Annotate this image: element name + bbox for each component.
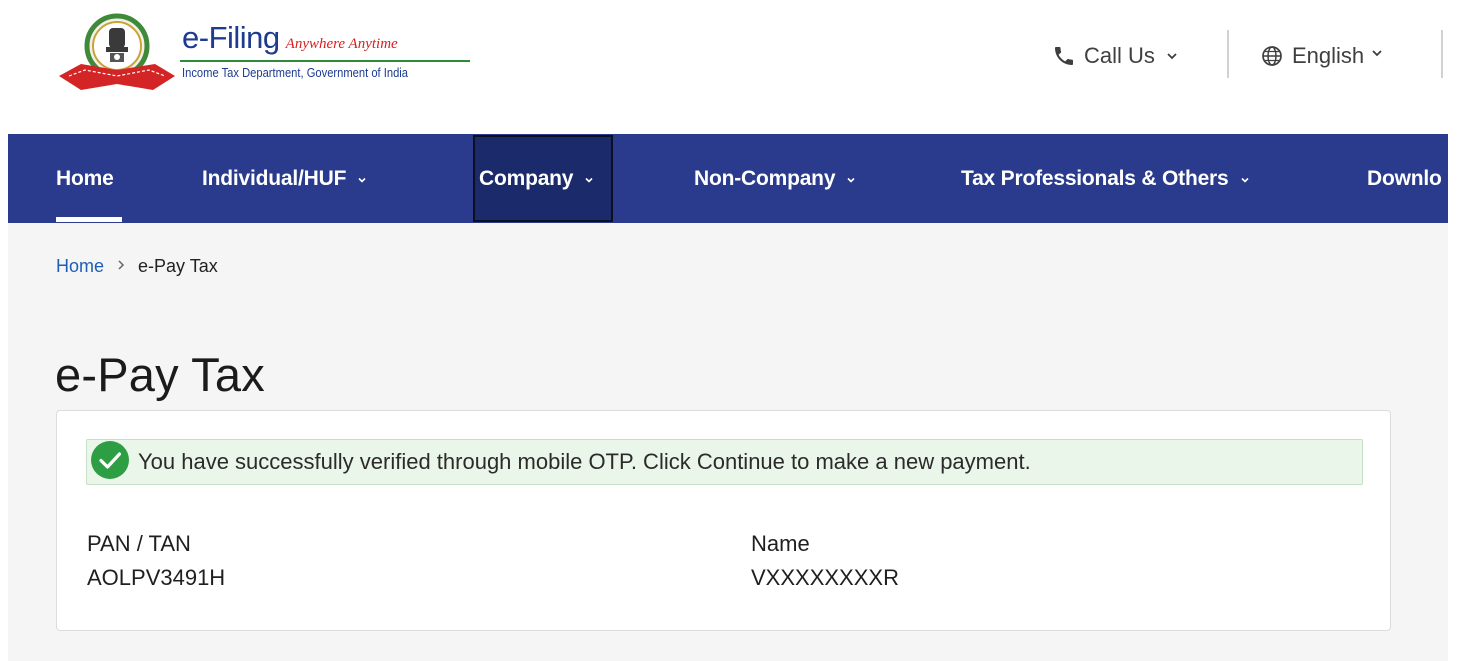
- chevron-right-icon: [116, 258, 126, 276]
- brand-divider: [180, 60, 470, 62]
- header-divider: [1227, 30, 1229, 78]
- name-value: VXXXXXXXXR: [751, 565, 899, 590]
- nav-item-tax-professionals[interactable]: Tax Professionals & Others: [961, 134, 1251, 223]
- page: e-Filing Anywhere Anytime Income Tax Depa…: [0, 0, 1461, 661]
- nav-item-individual-huf[interactable]: Individual/HUF: [202, 134, 368, 223]
- page-title: e-Pay Tax: [55, 348, 265, 401]
- nav-item-home[interactable]: Home: [56, 134, 114, 223]
- call-us-button[interactable]: Call Us: [1052, 38, 1179, 74]
- nav-item-label: Tax Professionals & Others: [961, 166, 1229, 190]
- brand-title[interactable]: e-Filing Anywhere Anytime: [182, 20, 398, 60]
- nav-item-label: Downlo: [1367, 166, 1442, 190]
- breadcrumb-home-link[interactable]: Home: [56, 256, 104, 277]
- chevron-down-icon: [1165, 49, 1179, 63]
- main-nav: Home Individual/HUF Company Non-Company …: [8, 134, 1448, 223]
- breadcrumb: Home e-Pay Tax: [56, 256, 218, 277]
- name-label: Name: [751, 531, 810, 556]
- brand-main-text: e-Filing: [182, 20, 280, 55]
- chevron-down-icon: [845, 168, 857, 192]
- site-header: e-Filing Anywhere Anytime Income Tax Depa…: [0, 0, 1461, 134]
- chevron-down-icon: [356, 168, 368, 192]
- phone-icon: [1052, 44, 1076, 68]
- header-divider: [1441, 30, 1443, 78]
- name-field: Name VXXXXXXXXR: [751, 531, 899, 591]
- main-content: Home e-Pay Tax e-Pay Tax You have succes…: [8, 223, 1448, 661]
- success-alert: You have successfully verified through m…: [86, 439, 1363, 485]
- pan-tan-field: PAN / TAN AOLPV3491H: [87, 531, 225, 591]
- emblem-logo-icon[interactable]: [55, 12, 177, 94]
- check-circle-icon: [90, 440, 130, 485]
- call-us-label: Call Us: [1084, 43, 1155, 68]
- nav-item-label: Non-Company: [694, 166, 836, 190]
- pan-tan-label: PAN / TAN: [87, 531, 191, 556]
- globe-icon: [1260, 44, 1284, 68]
- details-card: You have successfully verified through m…: [56, 410, 1391, 631]
- chevron-down-icon: [583, 168, 595, 192]
- chevron-down-icon: [1370, 46, 1384, 60]
- nav-item-label: Individual/HUF: [202, 166, 347, 190]
- pan-tan-value: AOLPV3491H: [87, 565, 226, 590]
- nav-item-label: Home: [56, 166, 114, 190]
- brand-tagline: Anywhere Anytime: [285, 36, 398, 52]
- language-selector[interactable]: English: [1260, 38, 1384, 74]
- nav-item-downloads[interactable]: Downlo: [1367, 134, 1442, 223]
- nav-item-label: Company: [479, 166, 574, 190]
- nav-item-non-company[interactable]: Non-Company: [694, 134, 857, 223]
- breadcrumb-current: e-Pay Tax: [138, 256, 218, 276]
- brand-subtitle: Income Tax Department, Government of Ind…: [182, 65, 408, 80]
- chevron-down-icon: [1239, 168, 1251, 192]
- nav-item-company[interactable]: Company: [473, 135, 613, 222]
- nav-active-indicator: [56, 217, 122, 222]
- success-message: You have successfully verified through m…: [138, 449, 1031, 474]
- language-label: English: [1292, 43, 1365, 68]
